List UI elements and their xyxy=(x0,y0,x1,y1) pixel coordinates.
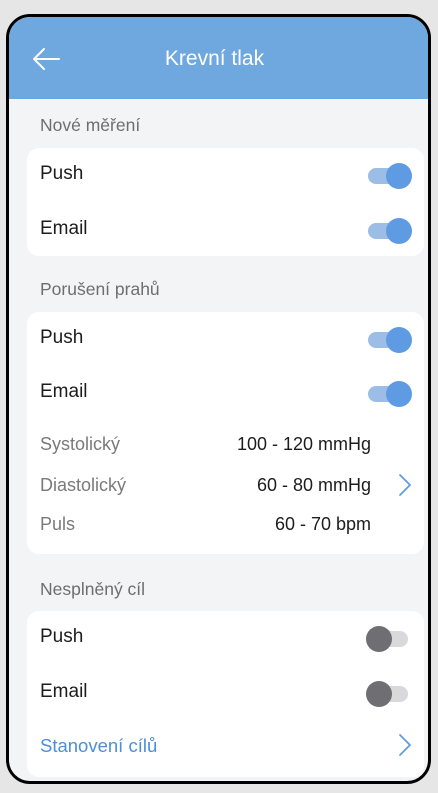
section-label-unmet-goal: Nesplněný cíl xyxy=(40,579,146,599)
page-title: Krevní tlak xyxy=(164,47,265,70)
row-label-email: Email xyxy=(40,681,88,702)
row-label-push: Push xyxy=(40,626,84,647)
threshold-value-diastolic: 60 - 80 mmHg xyxy=(256,475,371,495)
phone-frame: Krevní tlak Nové měření Push Email Poruš… xyxy=(6,14,431,784)
section-label-new-measurement: Nové měření xyxy=(40,115,141,135)
push-toggle[interactable] xyxy=(366,626,412,652)
email-toggle[interactable] xyxy=(366,381,412,407)
row-label-email: Email xyxy=(40,218,88,239)
chevron-right-icon[interactable] xyxy=(397,732,413,758)
section-label-threshold-violation: Porušení prahů xyxy=(40,279,160,299)
app-bar: Krevní tlak xyxy=(9,17,428,99)
threshold-value-systolic: 100 - 120 mmHg xyxy=(236,434,371,454)
threshold-label-systolic: Systolický xyxy=(40,434,121,454)
card-threshold-violation: Push Email Systolický 100 - 120 mmHg Dia… xyxy=(27,312,424,554)
row-label-push: Push xyxy=(40,327,84,348)
push-toggle[interactable] xyxy=(366,327,412,353)
email-toggle[interactable] xyxy=(366,681,412,707)
chevron-right-icon[interactable] xyxy=(397,472,413,498)
card-unmet-goal: Push Email Stanovení cílů xyxy=(27,611,424,777)
email-toggle[interactable] xyxy=(366,218,412,244)
row-label-email: Email xyxy=(40,381,88,402)
threshold-label-diastolic: Diastolický xyxy=(40,475,127,495)
row-label-push: Push xyxy=(40,163,84,184)
threshold-label-pulse: Puls xyxy=(40,514,76,534)
set-goals-link[interactable]: Stanovení cílů xyxy=(40,735,157,757)
push-toggle[interactable] xyxy=(366,163,412,189)
threshold-value-pulse: 60 - 70 bpm xyxy=(274,514,371,534)
card-new-measurement: Push Email xyxy=(27,148,424,256)
